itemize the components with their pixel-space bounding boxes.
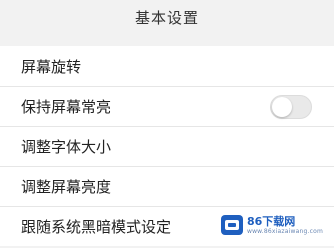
page-title: 基本设置: [134, 8, 199, 27]
setting-label: 保持屏幕常亮: [21, 98, 112, 116]
keep-screen-on-toggle[interactable]: [270, 94, 312, 119]
setting-label: 调整字体大小: [21, 138, 112, 156]
watermark: 86下载网 www.86xiazaiwang.com: [216, 210, 328, 240]
setting-keep-screen-on[interactable]: 保持屏幕常亮: [0, 86, 334, 126]
blue-square-logo-icon: [220, 215, 243, 235]
setting-label: 屏幕旋转: [21, 57, 82, 76]
toggle-knob: [272, 96, 292, 117]
watermark-title: 86下载网: [246, 214, 296, 228]
title-bar: 基本设置: [0, 0, 334, 34]
setting-label: 调整屏幕亮度: [21, 178, 112, 196]
setting-brightness[interactable]: 调整屏幕亮度: [0, 166, 334, 206]
setting-font-size[interactable]: 调整字体大小: [0, 126, 334, 166]
watermark-text: 86下载网 www.86xiazaiwang.com: [247, 216, 323, 235]
setting-label: 跟随系统黑暗模式设定: [21, 218, 172, 236]
setting-screen-rotation[interactable]: 屏幕旋转: [0, 46, 334, 86]
watermark-url: www.86xiazaiwang.com: [246, 227, 323, 235]
settings-screen: 基本设置 屏幕旋转 保持屏幕常亮 调整字体大小 调整屏幕亮度 跟随系统黑暗模式设…: [0, 0, 334, 248]
